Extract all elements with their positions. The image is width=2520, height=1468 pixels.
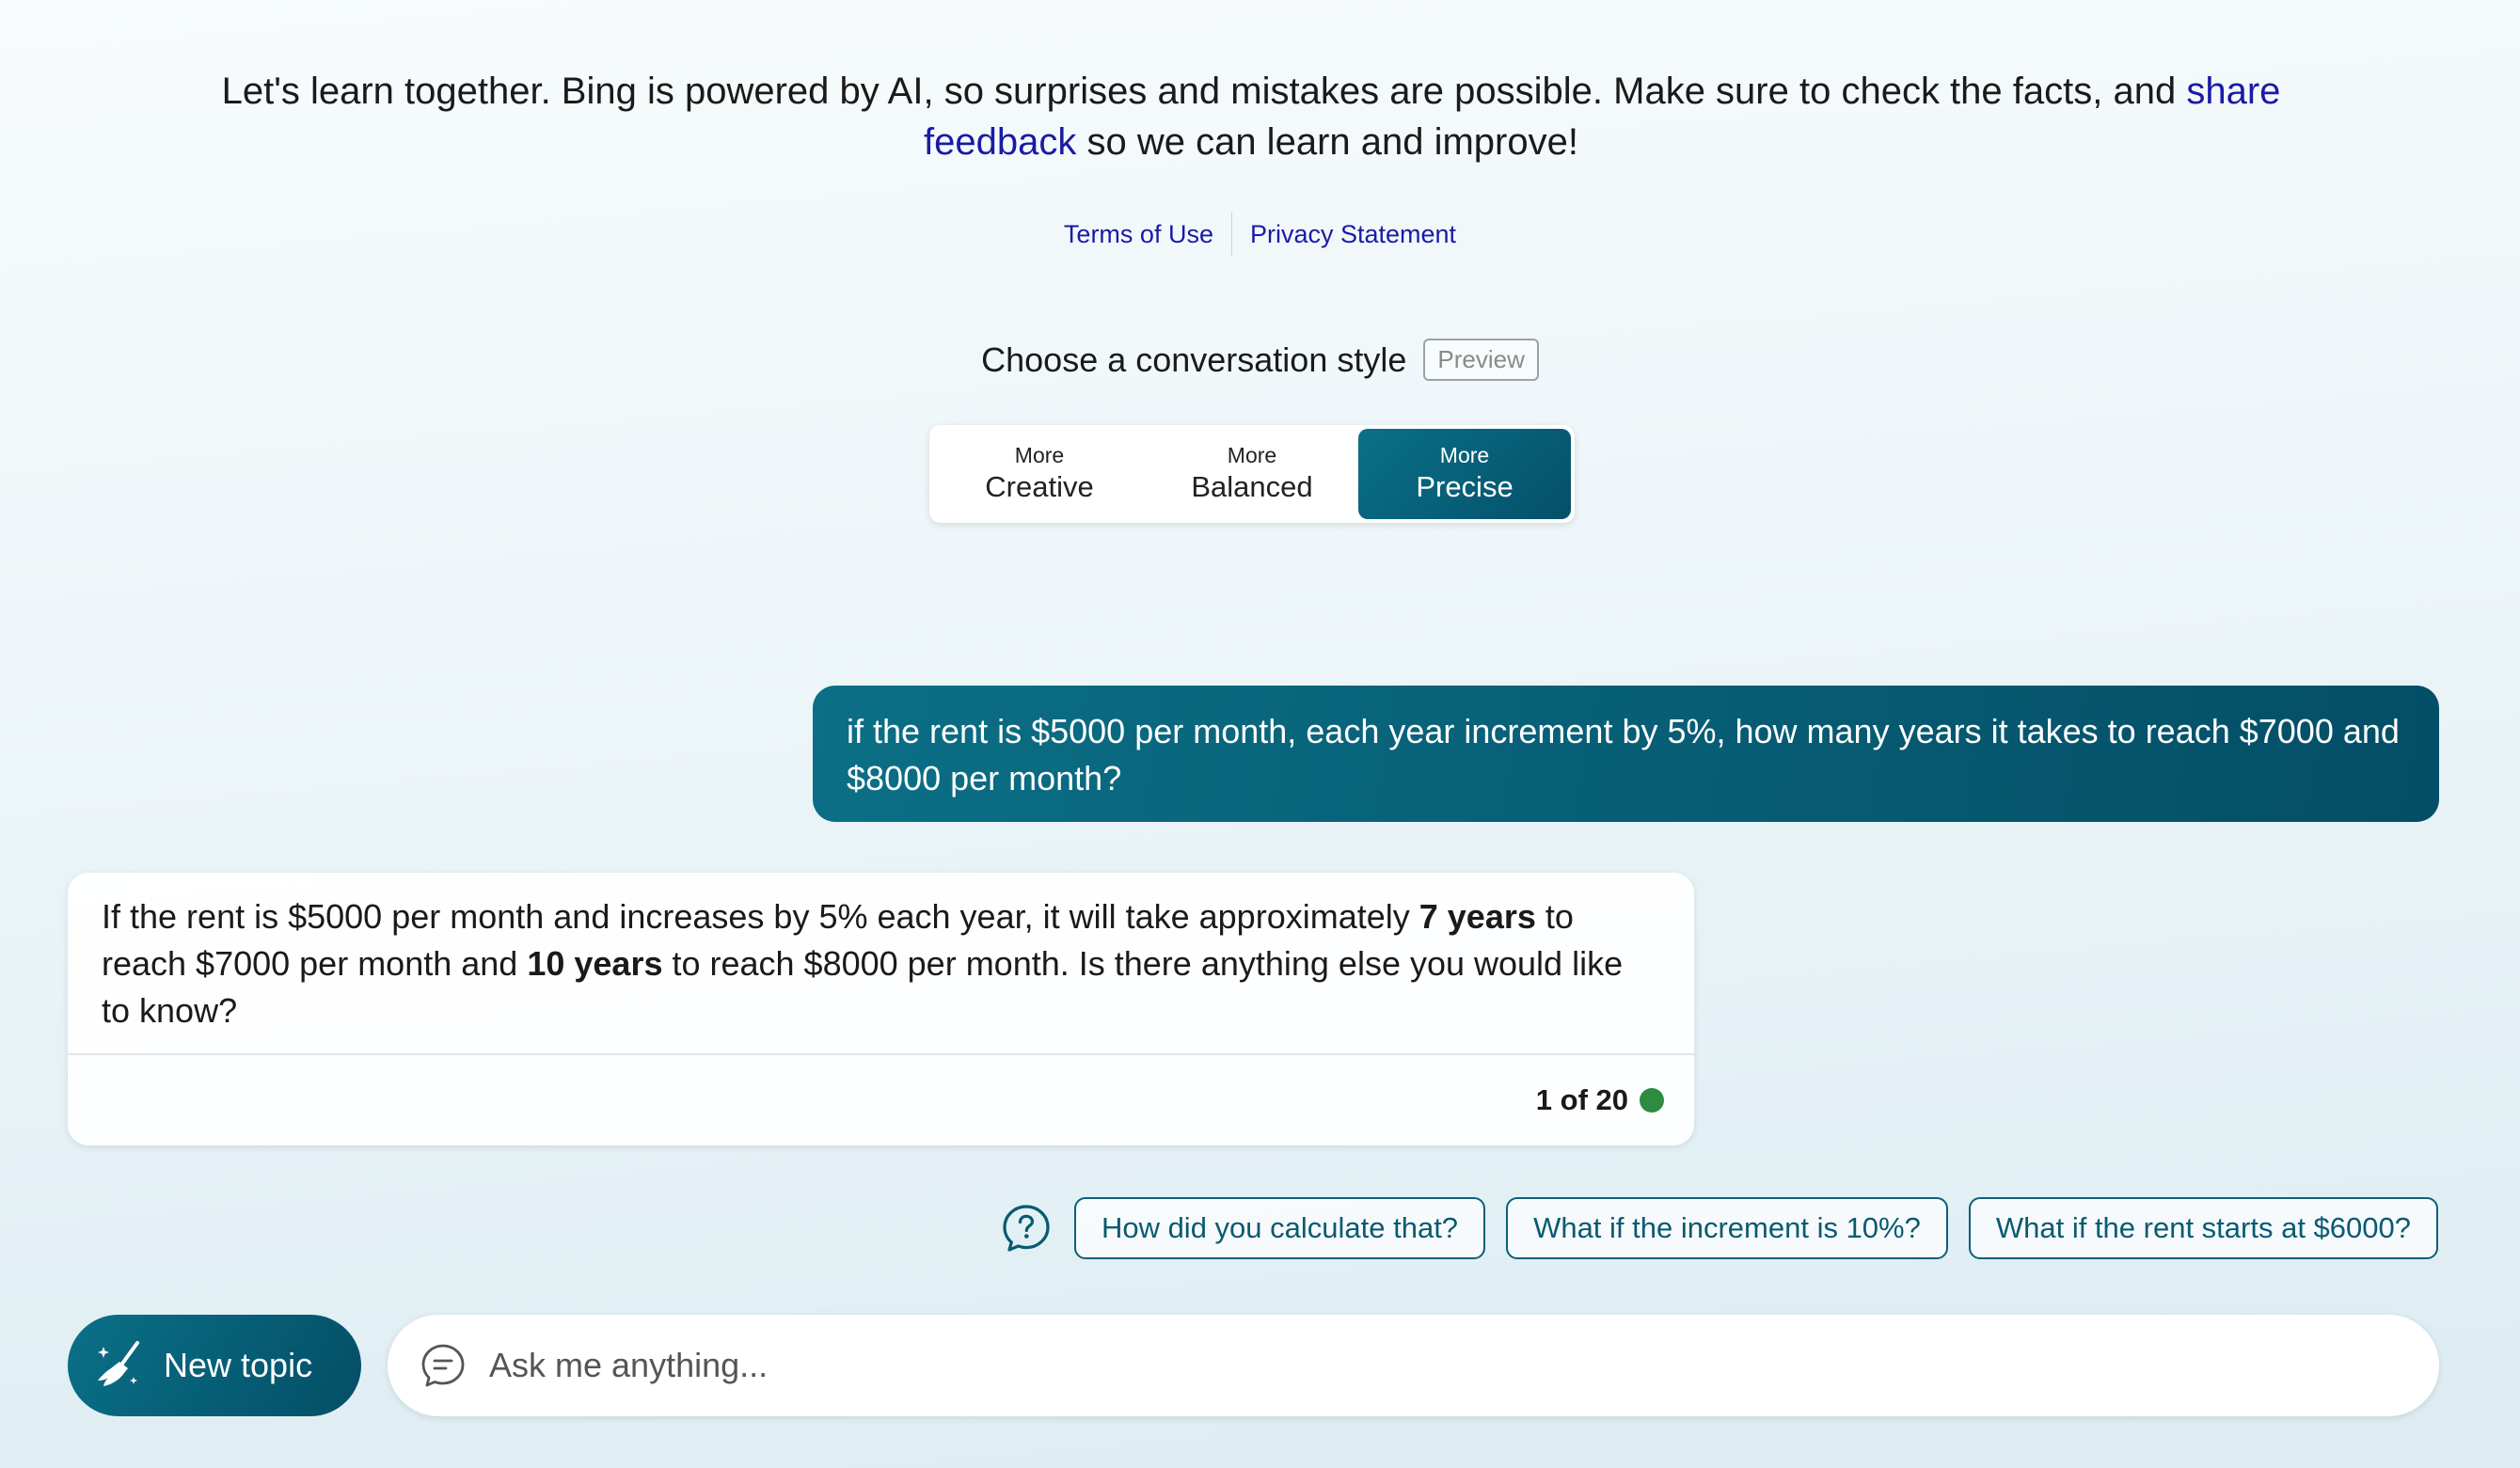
preview-badge: Preview: [1423, 339, 1539, 381]
bot-message-text: If the rent is $5000 per month and incre…: [68, 873, 1694, 1053]
new-topic-button[interactable]: New topic: [68, 1315, 361, 1416]
style-precise-button[interactable]: More Precise: [1358, 429, 1571, 519]
conversation-style-heading: Choose a conversation style Preview: [0, 339, 2520, 381]
bot-message-card: If the rent is $5000 per month and incre…: [68, 873, 1694, 1145]
user-message-text: if the rent is $5000 per month, each yea…: [847, 712, 2400, 797]
question-bubble-icon[interactable]: [1001, 1203, 1052, 1254]
legal-links: Terms of Use Privacy Statement: [0, 213, 2520, 256]
bot-text-bold1: 7 years: [1418, 897, 1536, 936]
conversation-style-switch: More Creative More Balanced More Precise: [929, 425, 1575, 523]
user-message-bubble: if the rent is $5000 per month, each yea…: [813, 686, 2439, 822]
style-creative-prefix: More: [1014, 443, 1065, 467]
style-creative-label: Creative: [985, 470, 1094, 503]
suggestion-bar: How did you calculate that? What if the …: [1001, 1197, 2438, 1259]
chat-bubble-icon: [421, 1344, 465, 1387]
disclaimer-text: Let's learn together. Bing is powered by…: [179, 66, 2323, 167]
style-balanced-prefix: More: [1227, 443, 1277, 467]
chat-input-box: [388, 1315, 2439, 1416]
privacy-statement-link[interactable]: Privacy Statement: [1232, 220, 1474, 249]
style-creative-button[interactable]: More Creative: [933, 429, 1146, 519]
style-balanced-button[interactable]: More Balanced: [1146, 429, 1358, 519]
status-dot-icon: [1640, 1088, 1664, 1113]
bot-text-bold2: 10 years: [527, 944, 663, 983]
conversation-style-title: Choose a conversation style: [981, 339, 1407, 379]
disclaimer-after: so we can learn and improve!: [1076, 121, 1578, 163]
chat-input[interactable]: [487, 1345, 2439, 1386]
suggestion-chip-rent-start[interactable]: What if the rent starts at $6000?: [1968, 1197, 2438, 1259]
terms-of-use-link[interactable]: Terms of Use: [1046, 220, 1231, 249]
style-balanced-label: Balanced: [1191, 470, 1313, 503]
broom-sparkle-icon: [98, 1341, 139, 1386]
suggestion-chip-increment[interactable]: What if the increment is 10%?: [1506, 1197, 1948, 1259]
bot-text-part1: If the rent is $5000 per month and incre…: [102, 897, 1419, 936]
suggestion-chip-calculate[interactable]: How did you calculate that?: [1073, 1197, 1486, 1259]
disclaimer-before: Let's learn together. Bing is powered by…: [221, 71, 2187, 112]
style-precise-prefix: More: [1439, 443, 1490, 467]
turn-counter: 1 of 20: [1535, 1083, 1628, 1116]
bot-message-footer: 1 of 20: [68, 1055, 1694, 1145]
new-topic-label: New topic: [164, 1346, 313, 1384]
style-precise-label: Precise: [1416, 470, 1514, 503]
